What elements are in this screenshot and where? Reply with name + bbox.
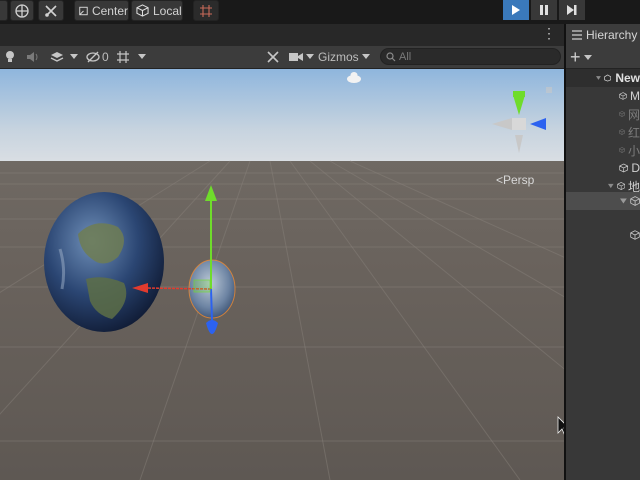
custom-tool-button[interactable] <box>38 0 64 21</box>
hierarchy-item-label: M <box>630 89 640 103</box>
scene-name: New <box>615 71 640 85</box>
gizmos-button[interactable]: Gizmos <box>318 46 359 68</box>
add-object-button[interactable]: + <box>570 48 581 66</box>
eye-slash-icon <box>86 51 100 63</box>
cube-icon <box>616 182 625 190</box>
hierarchy-item-label: D <box>631 161 640 175</box>
camera-dropdown[interactable] <box>306 46 314 68</box>
main-toolbar: Center Local <box>0 0 640 24</box>
cube-icon <box>136 4 149 17</box>
gizmos-label: Gizmos <box>318 50 359 64</box>
scene-render[interactable] <box>0 69 564 480</box>
hierarchy-tab-label: Hierarchy <box>586 28 638 42</box>
kebab-menu-icon[interactable]: ⋮ <box>542 26 556 40</box>
list-icon <box>572 30 582 40</box>
play-icon <box>512 5 520 15</box>
expand-arrow-icon[interactable] <box>608 182 614 190</box>
step-button[interactable] <box>559 0 585 20</box>
grid-snap-button[interactable] <box>193 0 219 21</box>
gizmos-dropdown[interactable] <box>362 46 370 68</box>
pivot-local-label: Local <box>153 3 182 18</box>
pivot-center-icon <box>79 6 88 15</box>
effects-layers-icon <box>50 52 64 62</box>
pause-button[interactable] <box>531 0 557 20</box>
pivot-center-label: Center <box>91 3 128 18</box>
transform-icon <box>15 3 29 18</box>
tools-icon <box>45 4 57 17</box>
hierarchy-item[interactable]: 网 <box>566 105 640 123</box>
hand-tool-button[interactable] <box>0 0 8 21</box>
persp-label[interactable]: <Persp <box>496 173 534 187</box>
hierarchy-tab[interactable]: Hierarchy <box>566 24 640 46</box>
search-icon <box>386 52 396 62</box>
hierarchy-scene-row[interactable]: New <box>566 69 640 87</box>
scene-view-toolbar: 0 Gizmos All <box>0 46 564 69</box>
cube-icon <box>619 163 629 173</box>
chevron-down-icon <box>306 54 314 59</box>
grid-toggle[interactable] <box>116 46 130 68</box>
cube-icon <box>630 230 640 240</box>
hierarchy-item-label: 小 <box>627 143 640 158</box>
pivot-center-button[interactable]: Center <box>74 0 129 21</box>
hidden-objects-count: 0 <box>102 50 109 64</box>
hierarchy-item[interactable]: 小 <box>566 141 640 159</box>
unity-logo-icon <box>604 74 612 82</box>
hierarchy-item-label: 网 <box>627 107 640 122</box>
cube-icon <box>619 92 627 100</box>
hierarchy-item-selected[interactable] <box>566 192 640 210</box>
hierarchy-panel: Hierarchy + New M 网 红 小 D 地 <box>566 24 640 480</box>
scene-search-placeholder: All <box>399 50 412 63</box>
hidden-objects-toggle[interactable]: 0 <box>86 46 109 68</box>
z-axis-handle[interactable] <box>210 288 213 322</box>
step-icon <box>567 5 577 15</box>
scene-viewport[interactable]: <Persp <box>0 69 564 480</box>
chevron-down-icon <box>584 55 592 60</box>
camera-toggle[interactable] <box>288 46 304 68</box>
hierarchy-item[interactable]: 红 <box>566 123 640 141</box>
earth-sphere[interactable] <box>44 192 164 332</box>
cube-icon <box>619 111 625 117</box>
cube-icon <box>619 147 625 153</box>
tools-icon <box>267 51 279 63</box>
hierarchy-item-label: 红 <box>627 125 640 140</box>
hierarchy-item[interactable] <box>566 226 640 244</box>
effects-dropdown[interactable] <box>70 46 78 68</box>
lightbulb-icon <box>6 51 14 62</box>
transform-tool-button[interactable] <box>10 0 34 21</box>
hierarchy-item[interactable]: D <box>566 159 640 177</box>
audio-toggle[interactable] <box>26 46 40 68</box>
expand-arrow-icon[interactable] <box>620 197 627 205</box>
grid-icon <box>117 51 129 63</box>
chevron-down-icon <box>362 54 370 59</box>
grid-dropdown[interactable] <box>138 46 146 68</box>
pivot-local-button[interactable]: Local <box>131 0 183 21</box>
scene-search-field[interactable]: All <box>380 48 561 65</box>
scene-tools-toggle[interactable] <box>266 46 280 68</box>
hierarchy-item[interactable]: M <box>566 87 640 105</box>
cube-icon <box>619 129 625 135</box>
xy-plane-handle[interactable] <box>193 279 211 293</box>
hierarchy-toolbar: + <box>566 46 640 69</box>
lighting-toggle[interactable] <box>4 46 16 68</box>
cube-icon <box>630 196 640 206</box>
effects-toggle[interactable] <box>50 46 64 68</box>
chevron-down-icon <box>138 54 146 59</box>
camera-icon <box>289 53 303 61</box>
plus-icon: + <box>570 47 581 67</box>
speaker-icon <box>27 52 38 62</box>
pause-icon <box>540 5 548 15</box>
grid-snap-icon <box>200 4 212 17</box>
chevron-down-icon <box>70 54 78 59</box>
scene-tab-strip: ⋮ <box>0 24 564 46</box>
expand-arrow-icon[interactable] <box>596 74 601 82</box>
play-button[interactable] <box>503 0 529 20</box>
